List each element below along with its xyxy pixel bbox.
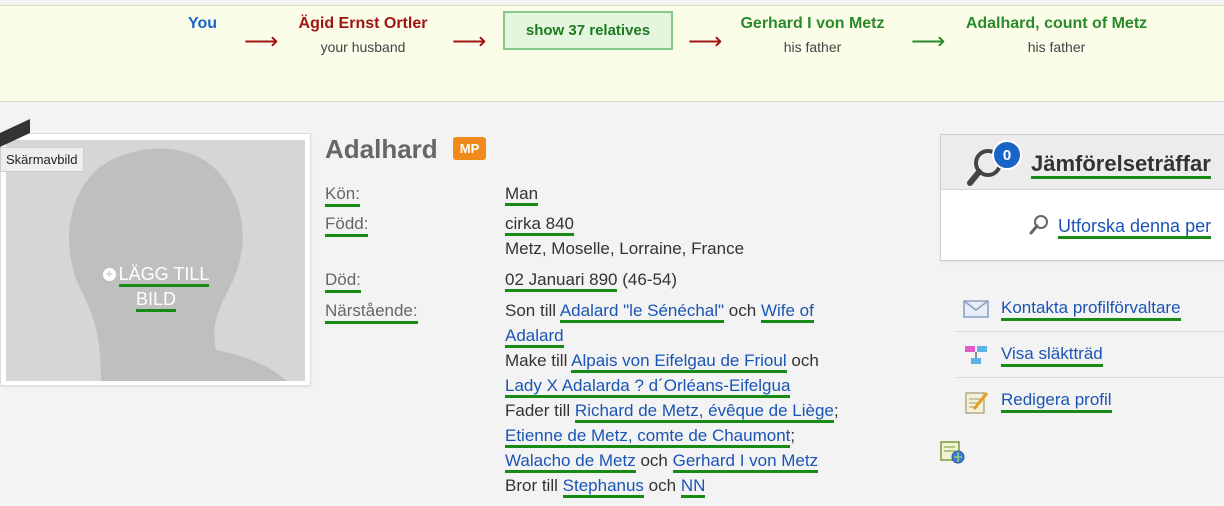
relatives-parents-cont: Adalard bbox=[505, 323, 564, 348]
divider bbox=[955, 377, 1224, 378]
died-label: Död: bbox=[325, 270, 361, 293]
born-place: Metz, Moselle, Lorraine, France bbox=[505, 239, 745, 258]
rel-person-2-relation: his father bbox=[783, 39, 842, 55]
edit-profile-link[interactable]: Redigera profil bbox=[1001, 390, 1112, 413]
arrow-right-icon: ⟶ bbox=[911, 28, 946, 55]
rel-person-2-name[interactable]: Gerhard I von Metz bbox=[730, 15, 895, 33]
plus-icon: + bbox=[102, 268, 116, 281]
born-label: Född: bbox=[325, 214, 369, 237]
rel-person-1[interactable]: Ägid Ernst Ortler your husband bbox=[285, 15, 441, 55]
gender-value: Man bbox=[505, 181, 539, 206]
matches-count-badge: 0 bbox=[992, 140, 1022, 170]
relatives-label: Närstående: bbox=[325, 301, 418, 324]
relatives-children-cont: Etienne de Metz, comte de Chaumont; bbox=[505, 423, 795, 448]
view-tree-link[interactable]: Visa släktträd bbox=[1001, 344, 1103, 367]
screenshot-tooltip: Skärmavbild bbox=[0, 147, 84, 172]
show-relatives-button[interactable]: show 37 relatives bbox=[503, 11, 673, 50]
rel-you-label[interactable]: You bbox=[188, 15, 217, 33]
matches-title[interactable]: Jämförelseträffar bbox=[1031, 152, 1211, 179]
died-value: 02 Januari 890 (46-54) bbox=[505, 267, 677, 292]
child-link-3[interactable]: Walacho de Metz bbox=[505, 451, 636, 473]
search-icon bbox=[1029, 215, 1048, 235]
add-photo-label-2[interactable]: BILD bbox=[135, 289, 177, 312]
died-age: (46-54) bbox=[622, 270, 678, 289]
arrow-right-icon: ⟶ bbox=[452, 28, 487, 55]
died-date: 02 Januari 890 bbox=[505, 270, 618, 292]
family-tree-icon bbox=[965, 346, 987, 364]
rel-person-1-relation: your husband bbox=[320, 39, 406, 55]
gender-label: Kön: bbox=[325, 184, 360, 207]
child-link-4[interactable]: Gerhard I von Metz bbox=[672, 451, 819, 473]
avatar-placeholder[interactable] bbox=[6, 140, 305, 381]
arrow-right-icon: ⟶ bbox=[688, 28, 723, 55]
envelope-icon bbox=[963, 300, 989, 318]
sibling-link-2[interactable]: NN bbox=[680, 476, 706, 498]
rel-person-3-relation: his father bbox=[1027, 39, 1086, 55]
contact-manager-link[interactable]: Kontakta profilförvaltare bbox=[1001, 298, 1181, 321]
spouse-link-2[interactable]: Lady X Adalarda ? d´Orléans-Eifelgua bbox=[505, 376, 791, 398]
relatives-parents: Son till Adalard "le Sénéchal" och Wife … bbox=[505, 298, 814, 323]
add-photo-button[interactable]: + LÄGG TILL BILD bbox=[96, 262, 216, 312]
rel-person-1-name[interactable]: Ägid Ernst Ortler bbox=[285, 15, 441, 33]
child-link-2[interactable]: Etienne de Metz, comte de Chaumont bbox=[505, 426, 791, 448]
divider bbox=[955, 331, 1224, 332]
mother-link-part2[interactable]: Adalard bbox=[505, 326, 564, 348]
relatives-spouses: Make till Alpais von Eifelgau de Frioul … bbox=[505, 348, 819, 373]
book-globe-icon bbox=[940, 441, 965, 464]
rel-person-3[interactable]: Adalhard, count of Metz his father bbox=[955, 15, 1158, 55]
relatives-children-cont-2: Walacho de Metz och Gerhard I von Metz bbox=[505, 448, 819, 473]
child-link-1[interactable]: Richard de Metz, évêque de Liège bbox=[574, 401, 834, 423]
arrow-right-icon: ⟶ bbox=[244, 28, 279, 55]
mother-link-part1[interactable]: Wife of bbox=[760, 301, 814, 323]
silhouette-icon bbox=[69, 148, 286, 381]
relatives-spouses-cont: Lady X Adalarda ? d´Orléans-Eifelgua bbox=[505, 373, 791, 398]
born-date: cirka 840 bbox=[505, 214, 574, 236]
master-profile-badge[interactable]: MP bbox=[453, 137, 486, 160]
relatives-siblings: Bror till Stephanus och NN bbox=[505, 473, 706, 498]
sibling-link-1[interactable]: Stephanus bbox=[562, 476, 644, 498]
edit-icon bbox=[965, 392, 989, 414]
profile-name: Adalhard bbox=[325, 134, 438, 164]
born-value: cirka 840 Metz, Moselle, Lorraine, Franc… bbox=[505, 211, 744, 261]
rel-person-2[interactable]: Gerhard I von Metz his father bbox=[730, 15, 895, 55]
rel-person-3-name[interactable]: Adalhard, count of Metz bbox=[955, 15, 1158, 33]
add-photo-label-1[interactable]: LÄGG TILL bbox=[118, 264, 210, 287]
rel-you[interactable]: You bbox=[188, 15, 217, 33]
father-link[interactable]: Adalard "le Sénéchal" bbox=[559, 301, 725, 323]
relatives-children: Fader till Richard de Metz, évêque de Li… bbox=[505, 398, 839, 423]
spouse-link-1[interactable]: Alpais von Eifelgau de Frioul bbox=[571, 351, 787, 373]
explore-link[interactable]: Utforska denna per bbox=[1058, 216, 1212, 239]
